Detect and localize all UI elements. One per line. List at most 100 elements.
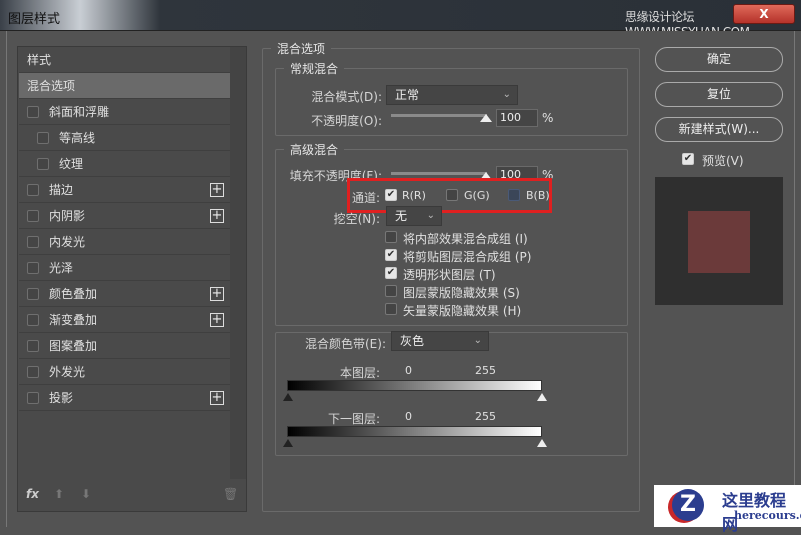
logo-url: herecours.com: [734, 509, 801, 522]
advanced-option-label: 将内部效果混合成组 (I): [403, 232, 528, 246]
this-layer-max: 255: [475, 364, 496, 377]
reset-button[interactable]: 复位: [655, 82, 783, 107]
add-icon[interactable]: +: [210, 313, 224, 327]
style-checkbox[interactable]: [27, 235, 39, 248]
chevron-down-icon: ⌄: [426, 210, 435, 221]
channel-b-checkbox[interactable]: [508, 189, 520, 201]
advanced-option-checkbox[interactable]: ✔: [385, 249, 397, 261]
fill-opacity-slider[interactable]: [391, 172, 487, 175]
style-item[interactable]: 斜面和浮雕: [19, 99, 230, 125]
style-checkbox[interactable]: [27, 313, 39, 326]
style-checkbox[interactable]: [27, 365, 39, 378]
style-checkbox[interactable]: [27, 287, 39, 300]
style-item[interactable]: 等高线: [19, 125, 230, 151]
window-title: 图层样式: [8, 12, 61, 27]
under-layer-white-slider[interactable]: [537, 439, 547, 447]
close-button[interactable]: X: [733, 4, 795, 24]
blend-mode-select[interactable]: 正常 ⌄: [386, 85, 518, 105]
style-list-footer: fx ⬆ ⬇ 🗑: [18, 479, 246, 511]
advanced-option-label: 图层蒙版隐藏效果 (S): [403, 286, 520, 300]
group-title: 常规混合: [290, 62, 339, 76]
style-item[interactable]: 投影 +: [19, 385, 230, 411]
style-item-label: 等高线: [59, 131, 96, 145]
advanced-option-label: 透明形状图层 (T): [403, 268, 496, 282]
blend-if-select[interactable]: 灰色 ⌄: [391, 331, 489, 351]
chevron-down-icon: ⌄: [502, 89, 511, 100]
advanced-option-checkbox[interactable]: [385, 285, 397, 297]
fx-button[interactable]: fx: [26, 487, 39, 501]
style-checkbox[interactable]: [27, 391, 39, 404]
preview-swatch: [688, 211, 750, 273]
style-item[interactable]: 混合选项: [19, 73, 230, 99]
blend-mode-label: 混合模式(D):: [311, 90, 382, 104]
add-icon[interactable]: +: [210, 209, 224, 223]
trash-icon[interactable]: 🗑: [223, 487, 238, 501]
style-checkbox[interactable]: [37, 157, 49, 170]
advanced-option-label: 将剪贴图层混合成组 (P): [403, 250, 532, 264]
chevron-down-icon: ⌄: [473, 335, 482, 346]
add-icon[interactable]: +: [210, 183, 224, 197]
style-item[interactable]: 渐变叠加 +: [19, 307, 230, 333]
style-checkbox[interactable]: [27, 209, 39, 222]
advanced-option-checkbox[interactable]: [385, 231, 397, 243]
advanced-option-checkbox[interactable]: ✔: [385, 267, 397, 279]
channels-label: 通道:: [351, 191, 380, 205]
style-list-header[interactable]: 样式: [19, 47, 230, 73]
style-item-label: 描边: [49, 183, 74, 197]
style-item-label: 斜面和浮雕: [49, 105, 110, 119]
advanced-option-label: 矢量蒙版隐藏效果 (H): [403, 304, 522, 318]
ok-button[interactable]: 确定: [655, 47, 783, 72]
style-item[interactable]: 描边 +: [19, 177, 230, 203]
style-checkbox[interactable]: [37, 131, 49, 144]
blend-if-label: 混合颜色带(E):: [290, 335, 386, 352]
channel-b-label: B(B): [526, 189, 550, 202]
select-value: 无: [395, 209, 408, 223]
style-item-label: 内阴影: [49, 209, 86, 223]
style-item-label: 混合选项: [27, 79, 76, 93]
style-item-label: 颜色叠加: [49, 287, 98, 301]
this-layer-white-slider[interactable]: [537, 393, 547, 401]
new-style-button[interactable]: 新建样式(W)...: [655, 117, 783, 142]
add-icon[interactable]: +: [210, 391, 224, 405]
style-checkbox[interactable]: [27, 261, 39, 274]
move-up-icon[interactable]: ⬆: [54, 487, 64, 501]
style-checkbox[interactable]: [27, 183, 39, 196]
style-item[interactable]: 光泽: [19, 255, 230, 281]
title-bar: 图层样式 思缘设计论坛 WWW.MISSYUAN.COM X: [0, 0, 801, 39]
site-logo: Z 这里教程网 herecours.com: [654, 485, 801, 534]
style-item[interactable]: 内发光: [19, 229, 230, 255]
select-value: 正常: [395, 88, 420, 102]
this-layer-label: 本图层:: [339, 366, 380, 380]
add-icon[interactable]: +: [210, 287, 224, 301]
under-layer-black-slider[interactable]: [283, 439, 293, 447]
header-label: 样式: [27, 53, 52, 67]
knockout-select[interactable]: 无 ⌄: [386, 206, 442, 226]
logo-icon: Z: [672, 489, 704, 521]
under-layer-gradient: [287, 426, 542, 437]
style-item-label: 图案叠加: [49, 339, 98, 353]
move-down-icon[interactable]: ⬇: [81, 487, 91, 501]
style-checkbox[interactable]: [27, 339, 39, 352]
style-checkbox[interactable]: [27, 105, 39, 118]
style-item[interactable]: 外发光: [19, 359, 230, 385]
scrollbar[interactable]: [230, 47, 246, 479]
group-title: 混合选项: [277, 42, 326, 56]
style-item-label: 纹理: [59, 157, 84, 171]
style-item[interactable]: 颜色叠加 +: [19, 281, 230, 307]
style-item-label: 外发光: [49, 365, 86, 379]
channel-g-checkbox[interactable]: [446, 189, 458, 201]
under-layer-min: 0: [405, 410, 412, 423]
this-layer-black-slider[interactable]: [283, 393, 293, 401]
style-item-label: 渐变叠加: [49, 313, 98, 327]
opacity-input[interactable]: 100: [496, 109, 538, 127]
style-item[interactable]: 纹理: [19, 151, 230, 177]
channel-r-checkbox[interactable]: ✔: [385, 189, 397, 201]
opacity-slider-thumb[interactable]: [480, 114, 492, 122]
style-item[interactable]: 内阴影 +: [19, 203, 230, 229]
style-item[interactable]: 图案叠加: [19, 333, 230, 359]
under-layer-label: 下一图层:: [327, 412, 380, 426]
advanced-option-checkbox[interactable]: [385, 303, 397, 315]
preview-checkbox[interactable]: ✔: [682, 153, 694, 165]
under-layer-max: 255: [475, 410, 496, 423]
opacity-slider[interactable]: [391, 114, 487, 117]
